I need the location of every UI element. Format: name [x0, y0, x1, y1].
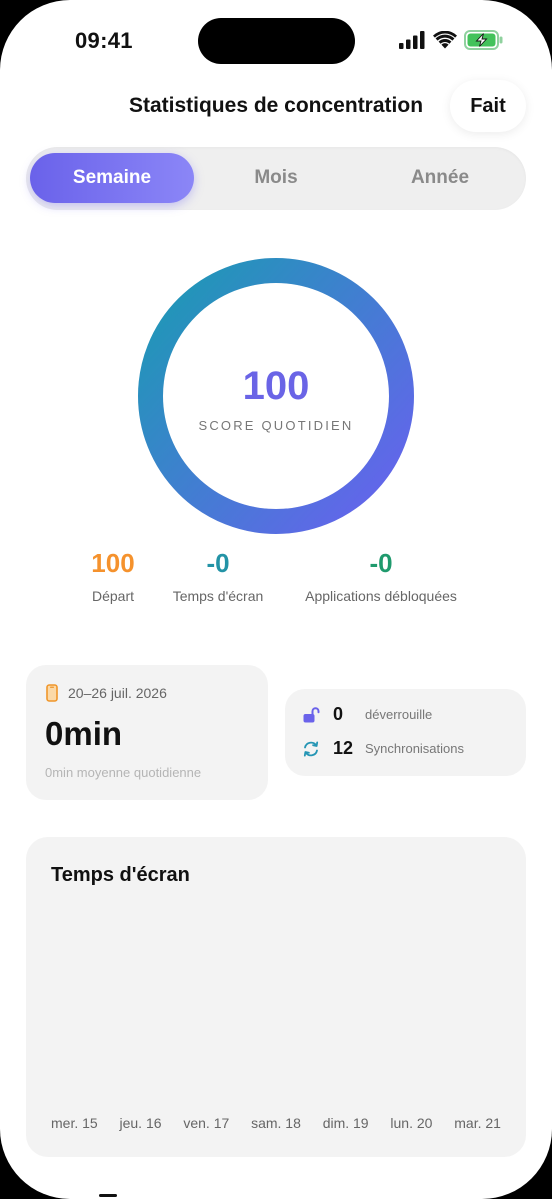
- x-label-day-6: lun. 20: [390, 1115, 433, 1131]
- unlocks-count: 0: [333, 704, 344, 724]
- daily-score-label: SCORE QUOTIDIEN: [198, 418, 354, 433]
- unlocks-row: 0 déverrouille: [301, 704, 432, 725]
- done-button[interactable]: Fait: [450, 80, 526, 132]
- syncs-label: Synchronisations: [365, 741, 464, 756]
- x-label-day-1: mer. 15: [51, 1115, 98, 1131]
- period-segmented-control: Semaine Mois Année: [26, 147, 526, 210]
- week-date-range: 20–26 juil. 2026: [68, 685, 167, 701]
- home-indicator: [99, 1194, 117, 1197]
- status-icons: [399, 30, 504, 50]
- stat-start: 100 Départ: [78, 548, 148, 604]
- chart-x-axis: mer. 15 jeu. 16 ven. 17 sam. 18 dim. 19 …: [51, 1115, 501, 1131]
- battery-charging-icon: [464, 30, 503, 50]
- week-total-time: 0min: [45, 715, 123, 752]
- unlock-icon: [301, 705, 321, 725]
- stat-start-label: Départ: [91, 588, 135, 604]
- activity-card: 0 déverrouille 12 Synchronisations: [285, 689, 526, 776]
- status-time: 09:41: [75, 28, 133, 53]
- dynamic-island: [198, 18, 355, 64]
- week-summary-card: 20–26 juil. 2026 0min 0min moyenne quoti…: [26, 665, 268, 800]
- stat-start-value: 100: [91, 548, 135, 578]
- phone-screen: 09:41 Statistiques de concentration Fait…: [0, 0, 552, 1199]
- syncs-count: 12: [333, 738, 354, 758]
- wifi-icon: [433, 31, 457, 49]
- tab-month[interactable]: Mois: [194, 153, 358, 203]
- tab-year[interactable]: Année: [358, 153, 522, 203]
- stat-screen-time-value: -0: [206, 548, 230, 578]
- x-label-day-4: sam. 18: [251, 1115, 301, 1131]
- daily-score-value: 100: [242, 364, 310, 408]
- stat-unblocked-apps-value: -0: [369, 548, 393, 578]
- sync-icon: [301, 739, 321, 759]
- syncs-row: 12 Synchronisations: [301, 738, 464, 759]
- daily-score-ring: 100 SCORE QUOTIDIEN: [138, 258, 414, 534]
- cellular-signal-icon: [399, 31, 425, 49]
- x-label-day-5: dim. 19: [322, 1115, 369, 1131]
- screen-time-chart-card: Temps d'écran mer. 15 jeu. 16 ven. 17 sa…: [26, 837, 526, 1157]
- x-label-day-2: jeu. 16: [119, 1115, 162, 1131]
- stat-screen-time-label: Temps d'écran: [172, 588, 264, 604]
- stat-unblocked-apps-label: Applications débloquées: [305, 588, 457, 604]
- x-label-day-7: mar. 21: [454, 1115, 501, 1131]
- tab-week[interactable]: Semaine: [30, 153, 194, 203]
- stat-screen-time: -0 Temps d'écran: [163, 548, 273, 604]
- unlocks-label: déverrouille: [365, 707, 433, 722]
- week-daily-average: 0min moyenne quotidienne: [45, 765, 202, 780]
- x-label-day-3: ven. 17: [183, 1115, 230, 1131]
- stat-unblocked-apps: -0 Applications débloquées: [295, 548, 467, 604]
- phone-icon: [46, 684, 58, 702]
- screen-time-chart-title: Temps d'écran: [51, 864, 190, 886]
